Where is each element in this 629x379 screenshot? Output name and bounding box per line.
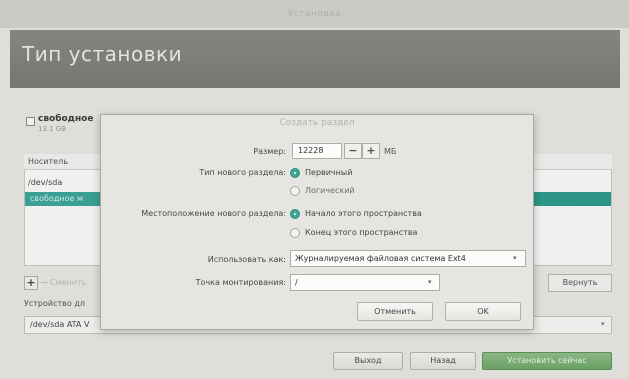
size-decrease-button[interactable]: − [344, 143, 362, 159]
mount-point-combobox[interactable]: / [290, 274, 440, 291]
mount-point-value: / [295, 278, 298, 287]
size-increase-button[interactable]: + [362, 143, 380, 159]
use-as-value: Журналируемая файловая система Ext4 [295, 254, 466, 263]
radio-primary-label: Первичный [305, 168, 353, 177]
ok-button[interactable]: OK [445, 302, 521, 321]
radio-end[interactable] [290, 228, 300, 238]
chevron-down-icon: ▾ [428, 278, 432, 286]
size-input[interactable]: 12228 [292, 143, 342, 159]
chevron-down-icon: ▾ [513, 254, 517, 262]
radio-logical-label: Логический [305, 186, 355, 195]
use-as-label: Использовать как: [207, 255, 286, 264]
mount-point-label: Точка монтирования: [195, 278, 286, 287]
radio-primary[interactable] [290, 168, 300, 178]
radio-end-label: Конец этого пространства [305, 228, 418, 237]
partition-type-label: Тип нового раздела: [199, 168, 286, 177]
dialog-title: Создать раздел [279, 118, 355, 128]
radio-beginning-label: Начало этого пространства [305, 209, 422, 218]
cancel-button[interactable]: Отменить [357, 302, 433, 321]
size-unit: МБ [384, 147, 397, 156]
radio-logical[interactable] [290, 186, 300, 196]
size-label: Размер: [253, 147, 286, 156]
use-as-select[interactable]: Журналируемая файловая система Ext4 [290, 250, 526, 267]
partition-location-label: Местоположение нового раздела: [141, 209, 286, 218]
radio-beginning[interactable] [290, 209, 300, 219]
